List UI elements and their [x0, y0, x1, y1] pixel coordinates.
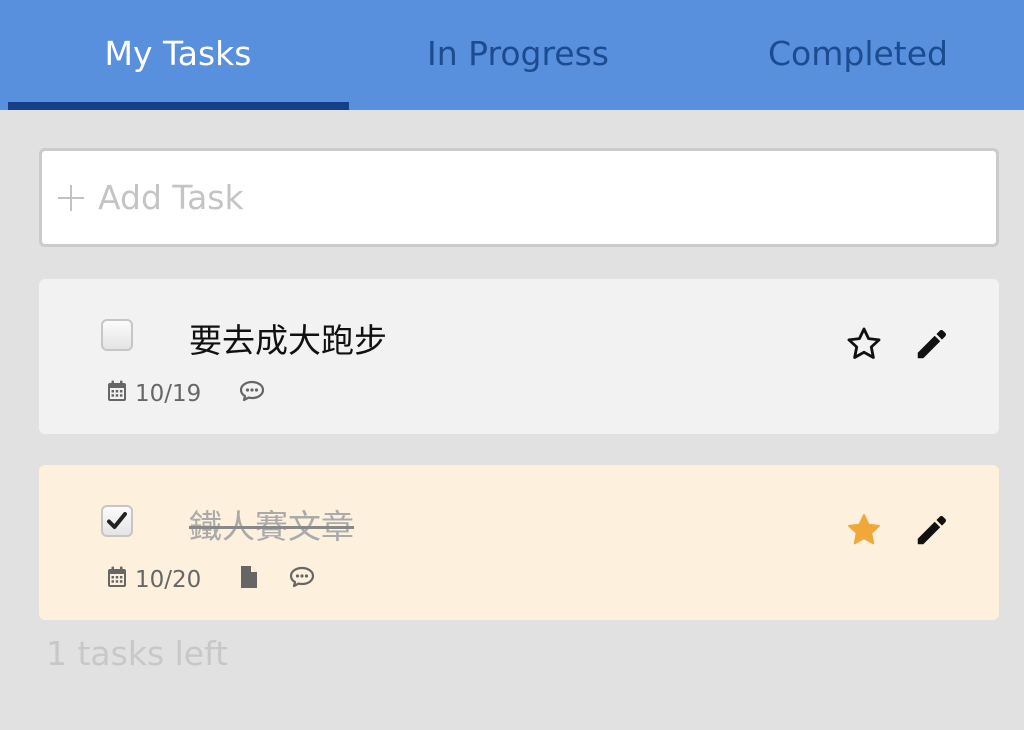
task-checkbox[interactable]	[101, 319, 133, 351]
calendar-icon	[107, 380, 127, 408]
star-icon[interactable]	[845, 325, 883, 363]
star-filled-icon[interactable]	[845, 511, 883, 549]
task-item: 要去成大跑步 10/19	[39, 279, 999, 434]
pencil-icon[interactable]	[913, 511, 951, 549]
add-task-input[interactable]	[98, 178, 918, 217]
task-title: 要去成大跑步	[189, 321, 387, 360]
task-meta: 10/19	[107, 380, 265, 408]
file-icon[interactable]	[239, 565, 259, 595]
task-item: 鐵人賽文章 10/20	[39, 465, 999, 620]
task-date: 10/20	[135, 567, 202, 593]
task-date: 10/19	[135, 381, 202, 407]
add-task-box[interactable]	[39, 148, 999, 247]
tasks-left-counter: 1 tasks left	[46, 634, 229, 673]
pencil-icon[interactable]	[913, 325, 951, 363]
comment-icon[interactable]	[289, 566, 315, 594]
active-tab-indicator	[8, 102, 349, 110]
tab-my-tasks[interactable]: My Tasks	[8, 0, 348, 110]
check-icon	[107, 512, 127, 529]
plus-icon	[58, 184, 84, 211]
tab-bar: My Tasks In Progress Completed	[0, 0, 1024, 110]
task-checkbox[interactable]	[101, 505, 133, 537]
comment-icon[interactable]	[239, 380, 265, 408]
task-meta: 10/20	[107, 565, 315, 595]
tab-in-progress[interactable]: In Progress	[348, 0, 688, 110]
calendar-icon	[107, 566, 127, 594]
task-title: 鐵人賽文章	[189, 507, 354, 546]
tab-completed[interactable]: Completed	[688, 0, 1024, 110]
